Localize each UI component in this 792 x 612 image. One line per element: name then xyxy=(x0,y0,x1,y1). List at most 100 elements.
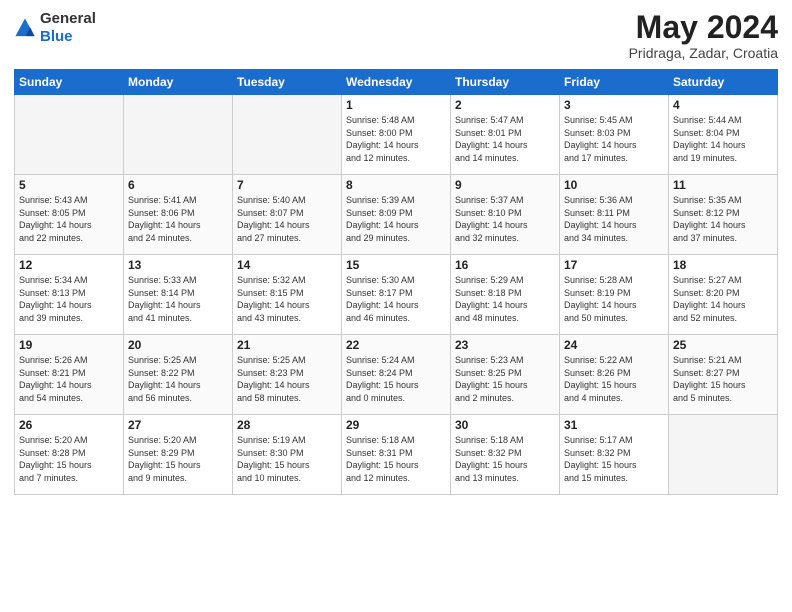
day-number: 23 xyxy=(455,338,555,352)
day-number: 7 xyxy=(237,178,337,192)
day-info: Sunrise: 5:43 AM Sunset: 8:05 PM Dayligh… xyxy=(19,194,119,244)
table-row: 14Sunrise: 5:32 AM Sunset: 8:15 PM Dayli… xyxy=(233,255,342,335)
table-row: 16Sunrise: 5:29 AM Sunset: 8:18 PM Dayli… xyxy=(451,255,560,335)
day-number: 27 xyxy=(128,418,228,432)
logo-general: General xyxy=(40,10,96,27)
table-row: 26 Sunrise: 5:20 AM Sunset: 8:28 PM Dayli… xyxy=(15,415,124,495)
table-row: 4 Sunrise: 5:44 AM Sunset: 8:04 PM Daylig… xyxy=(669,95,778,175)
table-row: 12 Sunrise: 5:34 AM Sunset: 8:13 PM Dayli… xyxy=(15,255,124,335)
table-row: 21 Sunrise: 5:25 AM Sunset: 8:23 PM Dayli… xyxy=(233,335,342,415)
col-monday: Monday xyxy=(124,70,233,95)
month-title: May 2024 xyxy=(629,10,778,45)
day-number: 30 xyxy=(455,418,555,432)
day-number: 24 xyxy=(564,338,664,352)
day-info: Sunrise: 5:33 AM Sunset: 8:14 PM Dayligh… xyxy=(128,274,228,324)
day-info: Sunrise: 5:39 AM Sunset: 8:09 PM Dayligh… xyxy=(346,194,446,244)
day-number: 2 xyxy=(455,98,555,112)
table-row: 17Sunrise: 5:28 AM Sunset: 8:19 PM Dayli… xyxy=(560,255,669,335)
day-info: Sunrise: 5:32 AM Sunset: 8:15 PM Dayligh… xyxy=(237,274,337,324)
day-number: 22 xyxy=(346,338,446,352)
day-info: Sunrise: 5:34 AM Sunset: 8:13 PM Dayligh… xyxy=(19,274,119,324)
day-info: Sunrise: 5:30 AM Sunset: 8:17 PM Dayligh… xyxy=(346,274,446,324)
day-number: 11 xyxy=(673,178,773,192)
table-row: 3 Sunrise: 5:45 AM Sunset: 8:03 PM Daylig… xyxy=(560,95,669,175)
table-row: 5 Sunrise: 5:43 AM Sunset: 8:05 PM Daylig… xyxy=(15,175,124,255)
table-row: 25Sunrise: 5:21 AM Sunset: 8:27 PM Dayli… xyxy=(669,335,778,415)
day-number: 4 xyxy=(673,98,773,112)
day-info: Sunrise: 5:24 AM Sunset: 8:24 PM Dayligh… xyxy=(346,354,446,404)
col-friday: Friday xyxy=(560,70,669,95)
col-wednesday: Wednesday xyxy=(342,70,451,95)
table-row xyxy=(669,415,778,495)
day-info: Sunrise: 5:40 AM Sunset: 8:07 PM Dayligh… xyxy=(237,194,337,244)
logo: General Blue xyxy=(14,10,96,46)
table-row: 27 Sunrise: 5:20 AM Sunset: 8:29 PM Dayli… xyxy=(124,415,233,495)
day-info: Sunrise: 5:25 AM Sunset: 8:22 PM Dayligh… xyxy=(128,354,228,404)
day-number: 5 xyxy=(19,178,119,192)
table-row: 2 Sunrise: 5:47 AM Sunset: 8:01 PM Daylig… xyxy=(451,95,560,175)
day-number: 8 xyxy=(346,178,446,192)
day-info: Sunrise: 5:18 AM Sunset: 8:31 PM Dayligh… xyxy=(346,434,446,484)
table-row: 11Sunrise: 5:35 AM Sunset: 8:12 PM Dayli… xyxy=(669,175,778,255)
day-info: Sunrise: 5:47 AM Sunset: 8:01 PM Dayligh… xyxy=(455,114,555,164)
day-number: 21 xyxy=(237,338,337,352)
day-number: 12 xyxy=(19,258,119,272)
table-row: 6 Sunrise: 5:41 AM Sunset: 8:06 PM Daylig… xyxy=(124,175,233,255)
header: General Blue May 2024 Pridraga, Zadar, C… xyxy=(14,10,778,61)
day-info: Sunrise: 5:20 AM Sunset: 8:29 PM Dayligh… xyxy=(128,434,228,484)
table-row: 7 Sunrise: 5:40 AM Sunset: 8:07 PM Daylig… xyxy=(233,175,342,255)
col-tuesday: Tuesday xyxy=(233,70,342,95)
page: General Blue May 2024 Pridraga, Zadar, C… xyxy=(0,0,792,612)
day-info: Sunrise: 5:20 AM Sunset: 8:28 PM Dayligh… xyxy=(19,434,119,484)
table-row: 23Sunrise: 5:23 AM Sunset: 8:25 PM Dayli… xyxy=(451,335,560,415)
day-info: Sunrise: 5:36 AM Sunset: 8:11 PM Dayligh… xyxy=(564,194,664,244)
location: Pridraga, Zadar, Croatia xyxy=(629,45,778,61)
calendar: Sunday Monday Tuesday Wednesday Thursday… xyxy=(14,69,778,495)
day-number: 10 xyxy=(564,178,664,192)
day-number: 13 xyxy=(128,258,228,272)
day-info: Sunrise: 5:17 AM Sunset: 8:32 PM Dayligh… xyxy=(564,434,664,484)
day-info: Sunrise: 5:37 AM Sunset: 8:10 PM Dayligh… xyxy=(455,194,555,244)
logo-icon xyxy=(14,17,36,39)
day-info: Sunrise: 5:44 AM Sunset: 8:04 PM Dayligh… xyxy=(673,114,773,164)
day-info: Sunrise: 5:25 AM Sunset: 8:23 PM Dayligh… xyxy=(237,354,337,404)
day-info: Sunrise: 5:26 AM Sunset: 8:21 PM Dayligh… xyxy=(19,354,119,404)
calendar-week-1: 1Sunrise: 5:48 AM Sunset: 8:00 PM Daylig… xyxy=(15,95,778,175)
day-number: 16 xyxy=(455,258,555,272)
day-info: Sunrise: 5:18 AM Sunset: 8:32 PM Dayligh… xyxy=(455,434,555,484)
table-row: 28Sunrise: 5:19 AM Sunset: 8:30 PM Dayli… xyxy=(233,415,342,495)
day-number: 25 xyxy=(673,338,773,352)
col-sunday: Sunday xyxy=(15,70,124,95)
day-number: 26 xyxy=(19,418,119,432)
logo-blue: Blue xyxy=(40,28,73,45)
table-row: 15 Sunrise: 5:30 AM Sunset: 8:17 PM Dayli… xyxy=(342,255,451,335)
table-row: 30 Sunrise: 5:18 AM Sunset: 8:32 PM Dayli… xyxy=(451,415,560,495)
day-info: Sunrise: 5:48 AM Sunset: 8:00 PM Dayligh… xyxy=(346,114,446,164)
table-row: 19Sunrise: 5:26 AM Sunset: 8:21 PM Dayli… xyxy=(15,335,124,415)
table-row: 8 Sunrise: 5:39 AM Sunset: 8:09 PM Daylig… xyxy=(342,175,451,255)
calendar-header-row: Sunday Monday Tuesday Wednesday Thursday… xyxy=(15,70,778,95)
day-number: 3 xyxy=(564,98,664,112)
day-number: 6 xyxy=(128,178,228,192)
day-number: 15 xyxy=(346,258,446,272)
day-number: 20 xyxy=(128,338,228,352)
table-row xyxy=(15,95,124,175)
table-row: 24 Sunrise: 5:22 AM Sunset: 8:26 PM Dayli… xyxy=(560,335,669,415)
table-row: 20 Sunrise: 5:25 AM Sunset: 8:22 PM Dayli… xyxy=(124,335,233,415)
day-info: Sunrise: 5:41 AM Sunset: 8:06 PM Dayligh… xyxy=(128,194,228,244)
col-saturday: Saturday xyxy=(669,70,778,95)
day-number: 31 xyxy=(564,418,664,432)
day-info: Sunrise: 5:45 AM Sunset: 8:03 PM Dayligh… xyxy=(564,114,664,164)
day-info: Sunrise: 5:27 AM Sunset: 8:20 PM Dayligh… xyxy=(673,274,773,324)
table-row: 18Sunrise: 5:27 AM Sunset: 8:20 PM Dayli… xyxy=(669,255,778,335)
calendar-week-3: 12 Sunrise: 5:34 AM Sunset: 8:13 PM Dayli… xyxy=(15,255,778,335)
table-row: 31 Sunrise: 5:17 AM Sunset: 8:32 PM Dayli… xyxy=(560,415,669,495)
table-row: 13 Sunrise: 5:33 AM Sunset: 8:14 PM Dayli… xyxy=(124,255,233,335)
day-info: Sunrise: 5:22 AM Sunset: 8:26 PM Dayligh… xyxy=(564,354,664,404)
calendar-week-4: 19Sunrise: 5:26 AM Sunset: 8:21 PM Dayli… xyxy=(15,335,778,415)
table-row: 9Sunrise: 5:37 AM Sunset: 8:10 PM Daylig… xyxy=(451,175,560,255)
day-number: 29 xyxy=(346,418,446,432)
day-number: 17 xyxy=(564,258,664,272)
table-row: 22 Sunrise: 5:24 AM Sunset: 8:24 PM Dayli… xyxy=(342,335,451,415)
table-row: 10 Sunrise: 5:36 AM Sunset: 8:11 PM Dayli… xyxy=(560,175,669,255)
